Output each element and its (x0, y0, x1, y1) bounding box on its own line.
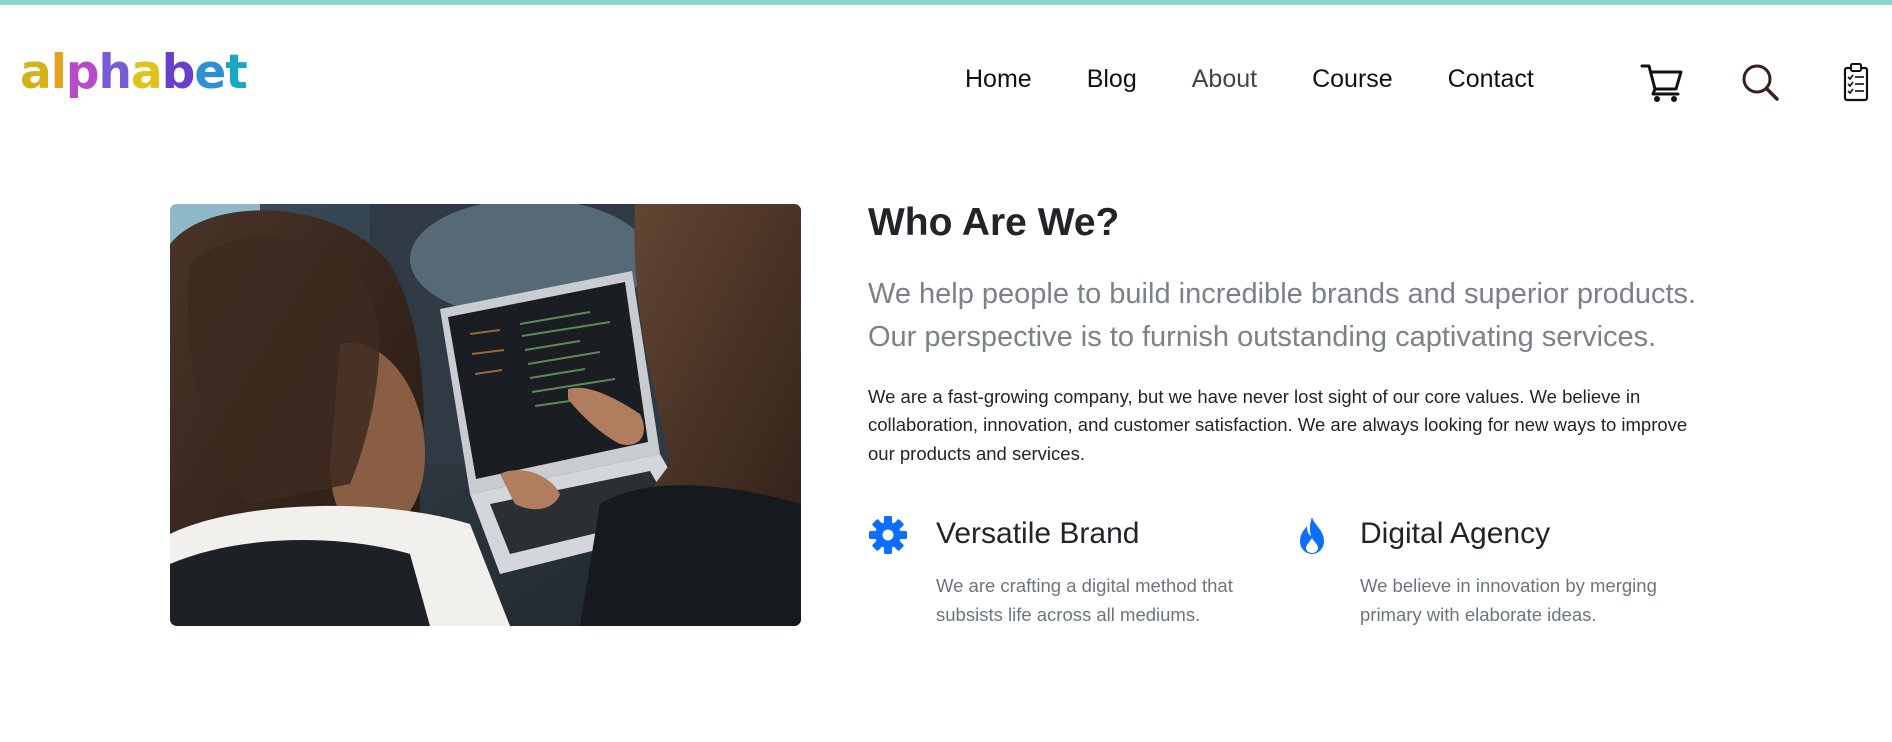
feature-description: We are crafting a digital method that su… (936, 575, 1233, 625)
clipboard-checklist-icon[interactable] (1834, 60, 1878, 104)
logo-letter: a (130, 45, 163, 100)
logo-letter: p (65, 45, 100, 100)
gear-icon (868, 515, 908, 555)
search-icon[interactable] (1738, 60, 1782, 104)
lead-line-2: Our perspective is to furnish outstandin… (868, 320, 1657, 353)
about-content: Who Are We? We help people to build incr… (868, 200, 1698, 468)
feature-description: We believe in innovation by merging prim… (1360, 575, 1657, 625)
logo-letter: t (225, 45, 247, 100)
nav-course[interactable]: Course (1312, 65, 1393, 94)
logo-letter: e (194, 45, 226, 100)
feature-title: Digital Agency (1360, 517, 1551, 550)
section-title: Who Are We? (868, 201, 1120, 244)
logo-letter: l (50, 45, 67, 100)
cart-icon[interactable] (1640, 60, 1684, 104)
feature-title: Versatile Brand (936, 517, 1140, 550)
nav-links: Home Blog About Course Contact (965, 65, 1589, 94)
lead-line-1: We help people to build incredible brand… (868, 277, 1697, 310)
nav-about[interactable]: About (1192, 65, 1257, 94)
logo-letter: a (20, 45, 52, 100)
nav-home[interactable]: Home (965, 65, 1032, 94)
about-photo (170, 204, 801, 626)
nav-contact[interactable]: Contact (1448, 65, 1534, 94)
nav-blog[interactable]: Blog (1087, 65, 1137, 94)
brand-logo[interactable]: alphabet (20, 45, 248, 100)
fire-icon (1292, 515, 1332, 555)
navbar: alphabet Home Blog About Course Contact (0, 5, 1892, 150)
body-text: We are a fast-growing company, but we ha… (868, 385, 1688, 464)
logo-letter: b (161, 45, 196, 100)
logo-letter: h (98, 45, 132, 100)
lead-text: We help people to build incredible brand… (868, 273, 1698, 359)
features-row: Versatile Brand We are crafting a digita… (868, 515, 1698, 635)
